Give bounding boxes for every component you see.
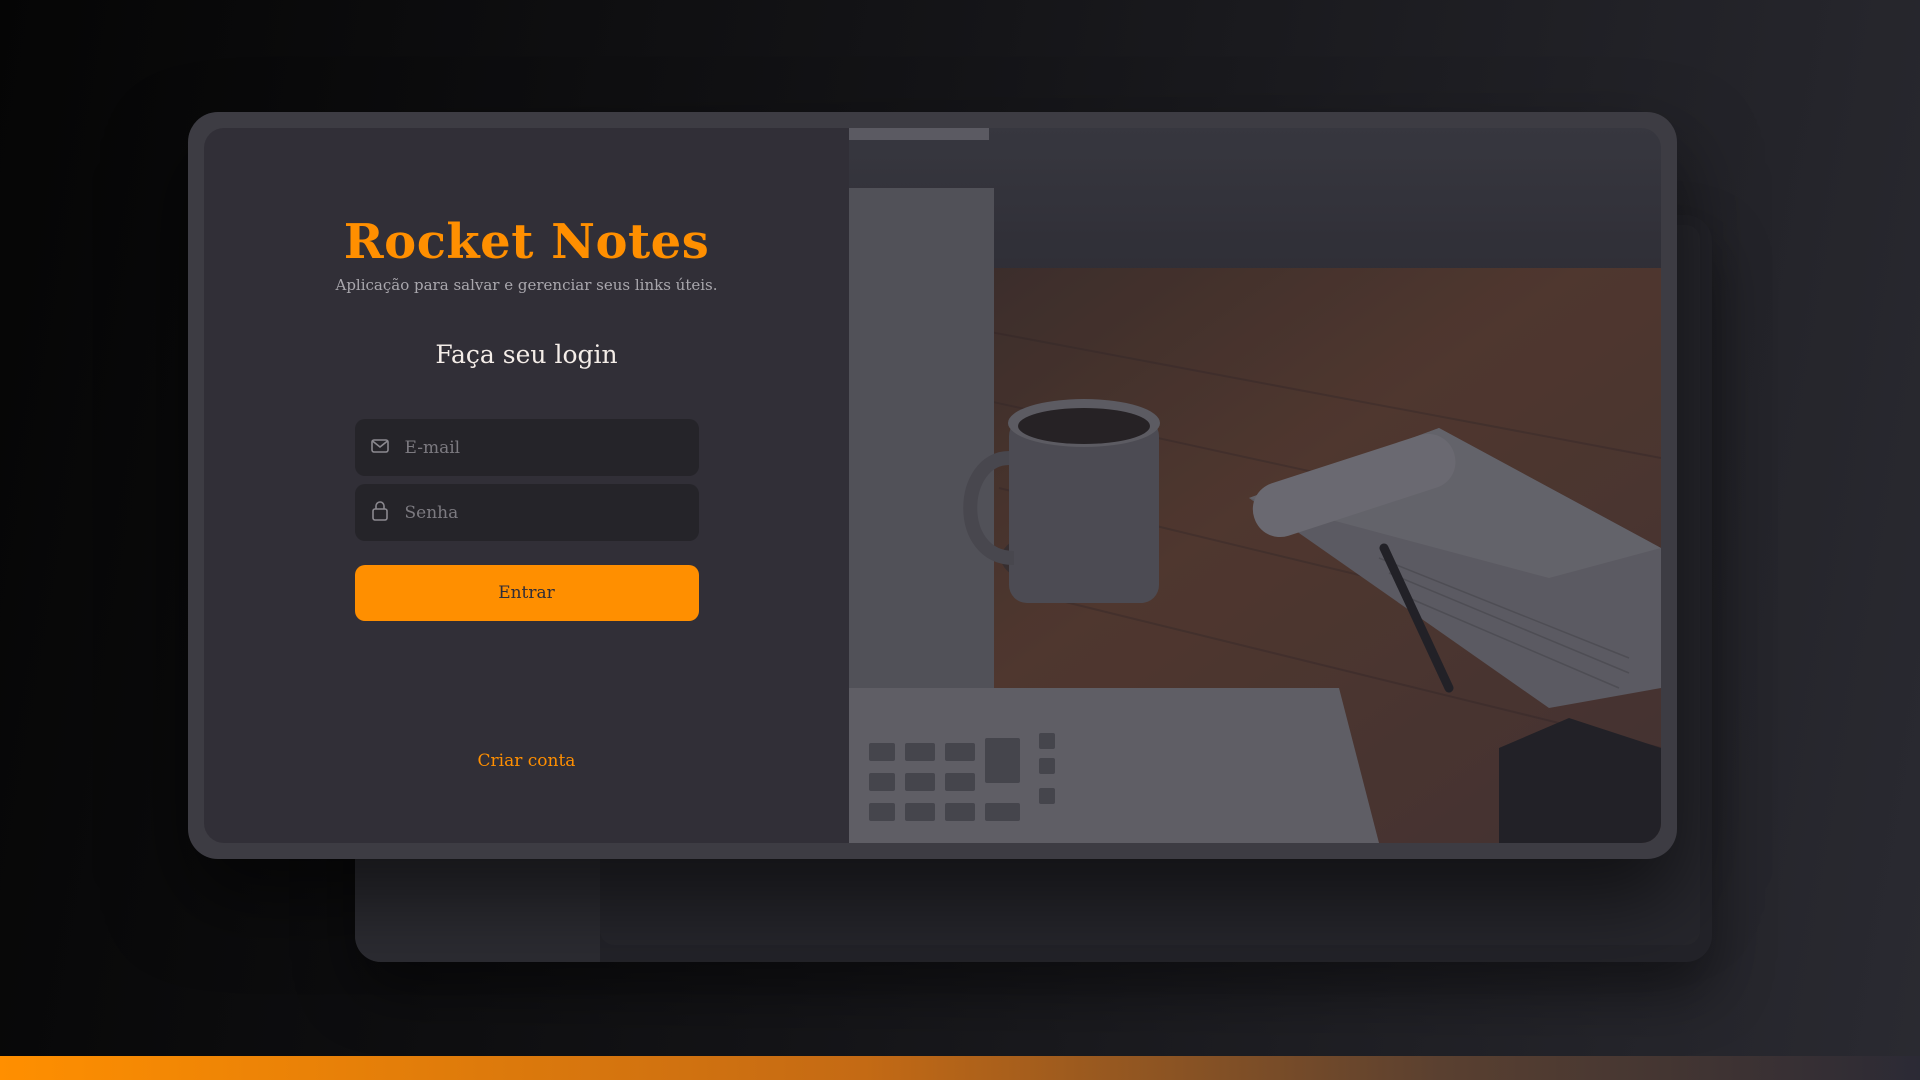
app-screen: Rocket Notes Aplicação para salvar e ger… [204,128,1661,843]
email-input[interactable] [402,436,687,459]
password-field[interactable] [354,484,699,541]
create-account-link[interactable]: Criar conta [204,751,849,771]
app-title: Rocket Notes [343,214,710,270]
lock-icon [371,500,389,525]
workspace-image [849,128,1661,843]
password-input[interactable] [402,501,687,524]
login-panel: Rocket Notes Aplicação para salvar e ger… [204,128,849,843]
login-heading: Faça seu login [435,340,618,369]
bottom-accent-bar [0,1056,1920,1080]
mail-icon [370,438,389,457]
login-button[interactable]: Entrar [354,565,699,621]
email-field[interactable] [354,419,699,476]
app-subtitle: Aplicação para salvar e gerenciar seus l… [335,276,718,294]
